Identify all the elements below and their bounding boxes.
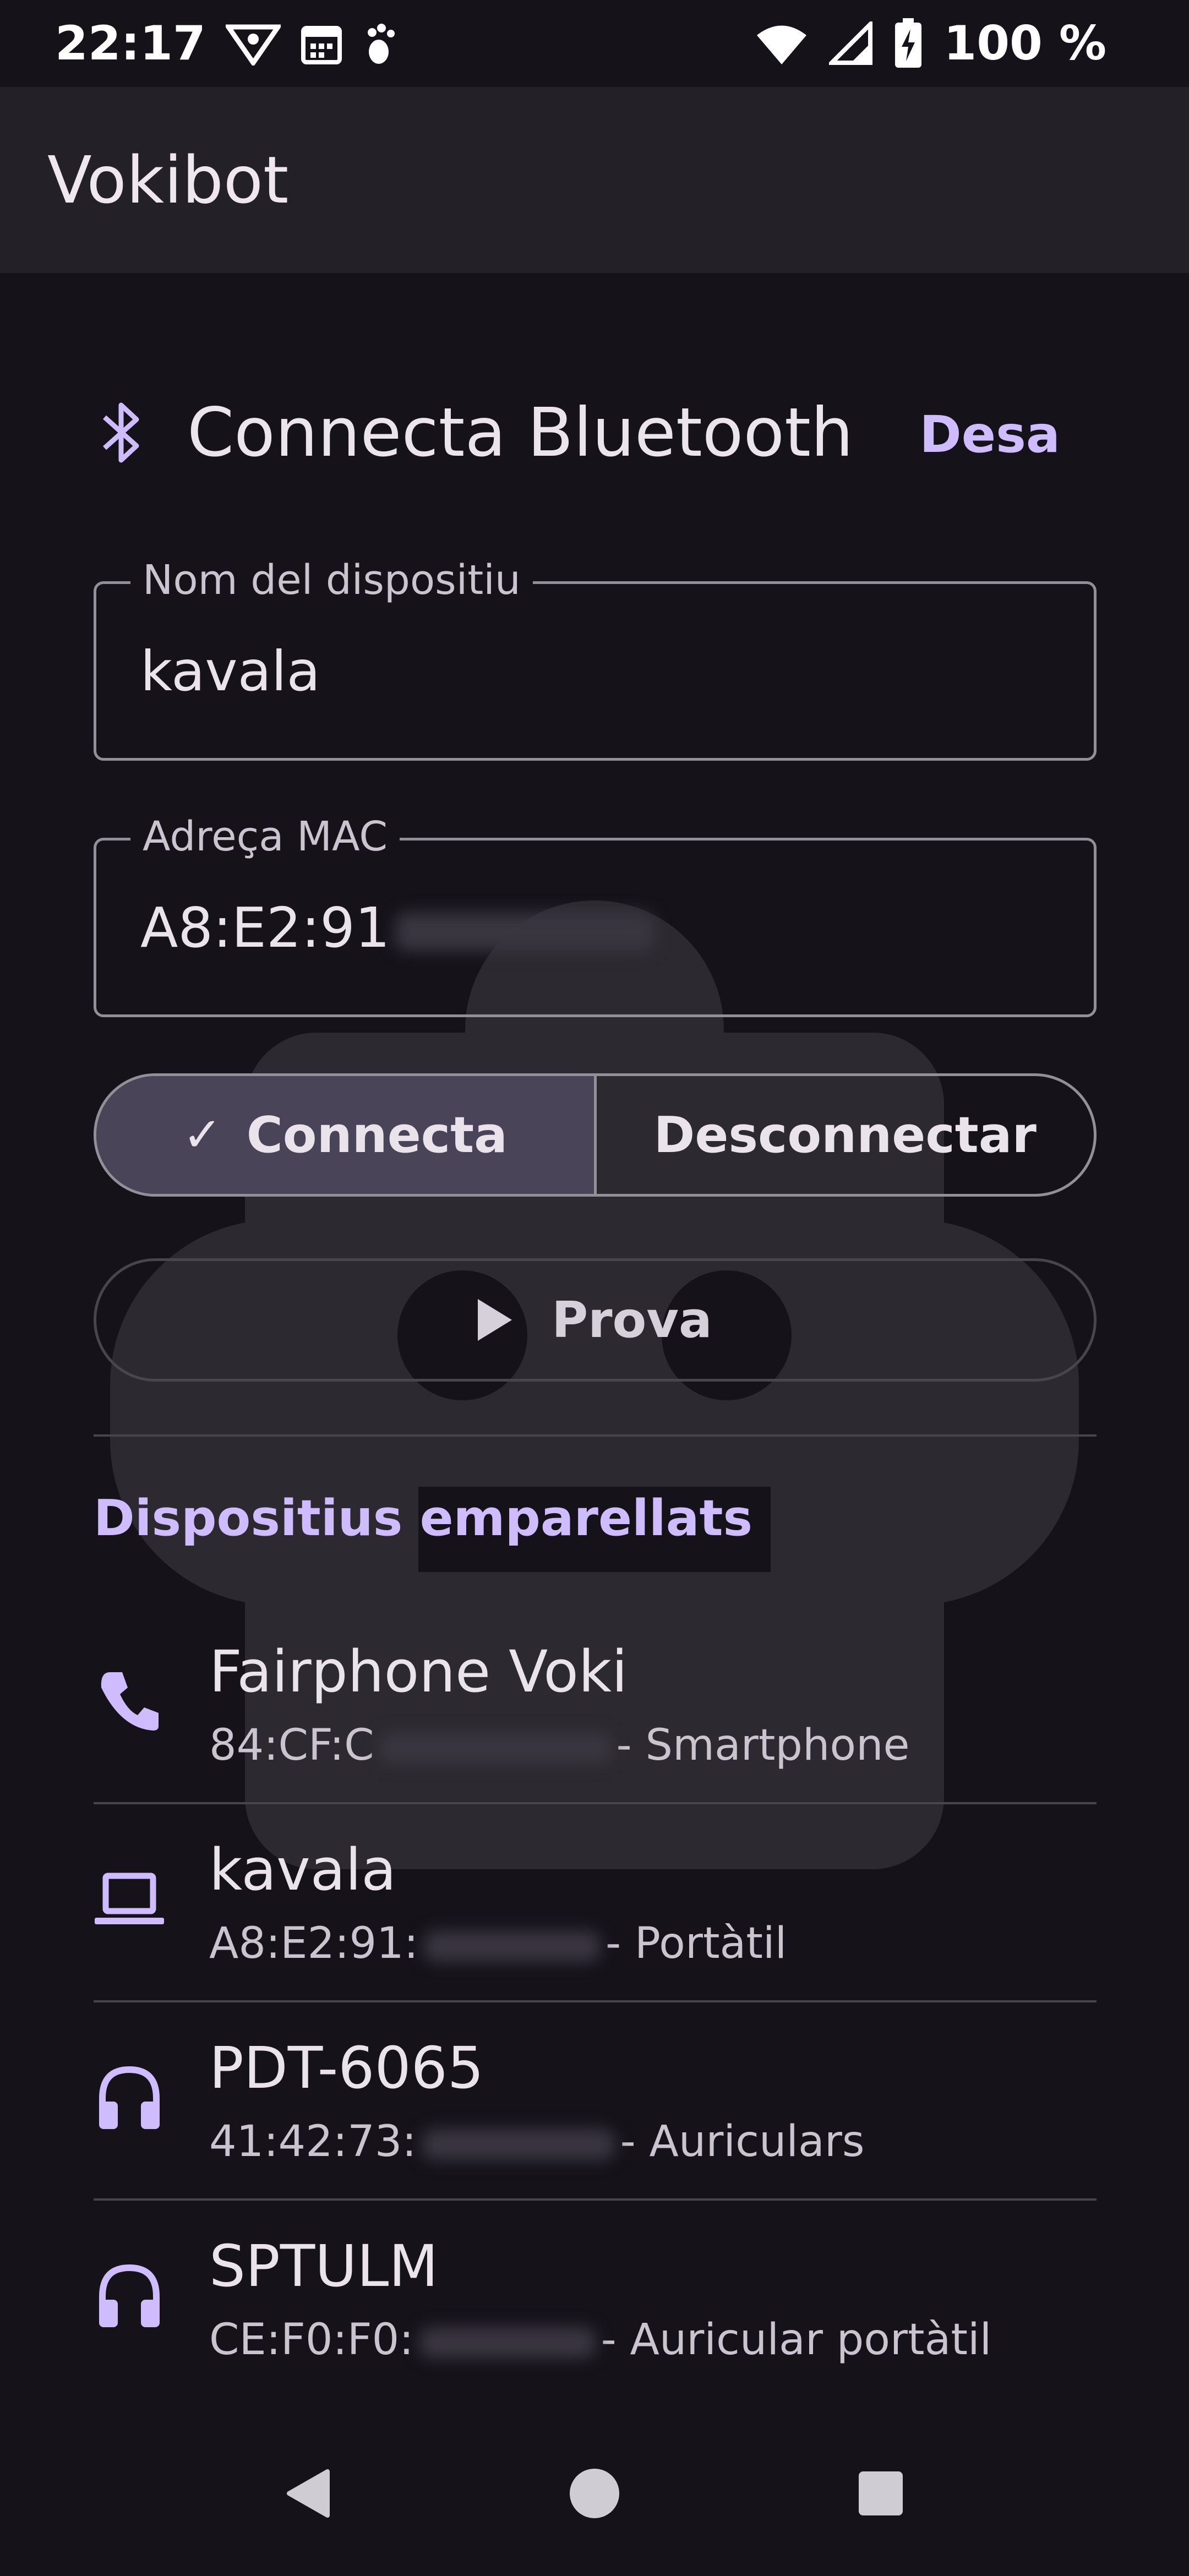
device-name-label: Nom del dispositiu (130, 556, 533, 604)
app-title: Vokibot (47, 142, 289, 218)
mac-address-input[interactable]: A8:E2:91 (140, 896, 655, 960)
test-label: Prova (552, 1291, 712, 1349)
panel-header: Connecta Bluetooth Desa (94, 394, 1084, 472)
back-button[interactable] (264, 2449, 352, 2537)
headphones-icon (99, 2264, 160, 2327)
back-triangle-icon (287, 2469, 330, 2518)
redacted-mask (423, 1930, 600, 1962)
status-time: 22:17 (55, 16, 206, 71)
play-icon (478, 1299, 512, 1341)
device-type: - Smartphone (616, 1721, 910, 1770)
mac-address-value: A8:E2:91 (140, 896, 390, 960)
device-name-field[interactable]: Nom del dispositiu kavala (94, 556, 1097, 761)
calendar-icon (301, 21, 342, 66)
connect-label: Connecta (246, 1106, 508, 1164)
device-details: 84:CF:C - Smartphone (209, 1721, 910, 1770)
paired-devices-title: Dispositius emparellats (94, 1489, 753, 1547)
wifi-icon (754, 21, 809, 66)
mac-address-field[interactable]: Adreça MAC A8:E2:91 (94, 813, 1097, 1017)
bluetooth-icon (102, 402, 139, 463)
panel-title: Connecta Bluetooth (187, 394, 854, 472)
footprint-icon (362, 21, 401, 66)
row-divider (94, 2000, 1097, 2002)
device-type: - Auricular portàtil (601, 2315, 992, 2365)
phone-icon (101, 1672, 159, 1731)
redacted-mask (395, 912, 655, 951)
disconnect-label: Desconnectar (653, 1106, 1037, 1164)
paired-device-row[interactable]: kavala A8:E2:91: - Portàtil (94, 1836, 1097, 2034)
device-type: - Auriculars (620, 2117, 865, 2166)
device-mac: A8:E2:91: (209, 1919, 418, 1968)
navigation-bar (0, 2411, 1189, 2576)
redacted-mask (419, 2327, 596, 2358)
device-type: - Portàtil (605, 1919, 787, 1968)
home-circle-icon (570, 2469, 619, 2518)
connect-button[interactable]: ✓ Connecta (96, 1076, 597, 1194)
headphones-icon (99, 2066, 160, 2129)
paired-device-row[interactable]: Fairphone Voki 84:CF:C - Smartphone (94, 1638, 1097, 1836)
status-bar: 22:17 100 % (0, 0, 1189, 87)
device-mac: 84:CF:C (209, 1721, 374, 1770)
test-button[interactable]: Prova (94, 1258, 1097, 1382)
check-icon: ✓ (182, 1107, 222, 1163)
device-name: Fairphone Voki (209, 1638, 628, 1705)
device-mac: 41:42:73: (209, 2117, 417, 2166)
row-divider (94, 2198, 1097, 2201)
paired-device-row[interactable]: PDT-6065 41:42:73: - Auriculars (94, 2034, 1097, 2233)
disconnect-button[interactable]: Desconnectar (597, 1076, 1094, 1194)
save-button[interactable]: Desa (919, 405, 1060, 464)
device-details: A8:E2:91: - Portàtil (209, 1919, 787, 1968)
mac-address-label: Adreça MAC (130, 813, 400, 860)
vpn-key-icon (225, 21, 281, 66)
device-name: SPTULM (209, 2233, 439, 2300)
device-mac: CE:F0:F0: (209, 2315, 414, 2365)
device-details: 41:42:73: - Auriculars (209, 2117, 865, 2166)
section-divider (94, 1434, 1097, 1437)
device-details: CE:F0:F0: - Auricular portàtil (209, 2315, 991, 2365)
row-divider (94, 1802, 1097, 1804)
paired-device-row[interactable]: SPTULM CE:F0:F0: - Auricular portàtil (94, 2233, 1097, 2431)
device-name: kavala (209, 1836, 397, 1903)
device-name-input[interactable]: kavala (140, 639, 320, 703)
device-name: PDT-6065 (209, 2034, 484, 2102)
status-right: 100 % (754, 16, 1106, 71)
connection-segmented-control: ✓ Connecta Desconnectar (94, 1073, 1097, 1197)
recents-button[interactable] (837, 2449, 925, 2537)
home-button[interactable] (550, 2449, 639, 2537)
app-bar: Vokibot (0, 87, 1189, 273)
signal-icon (829, 21, 873, 66)
redacted-mask (422, 2129, 615, 2160)
redacted-mask (379, 1732, 611, 1764)
status-left: 22:17 (55, 16, 401, 71)
battery-percent: 100 % (943, 16, 1106, 71)
main-content: Connecta Bluetooth Desa Nom del disposit… (0, 273, 1189, 2411)
battery-charging-icon (893, 18, 924, 69)
recents-square-icon (859, 2471, 903, 2515)
laptop-icon (95, 1873, 164, 1924)
